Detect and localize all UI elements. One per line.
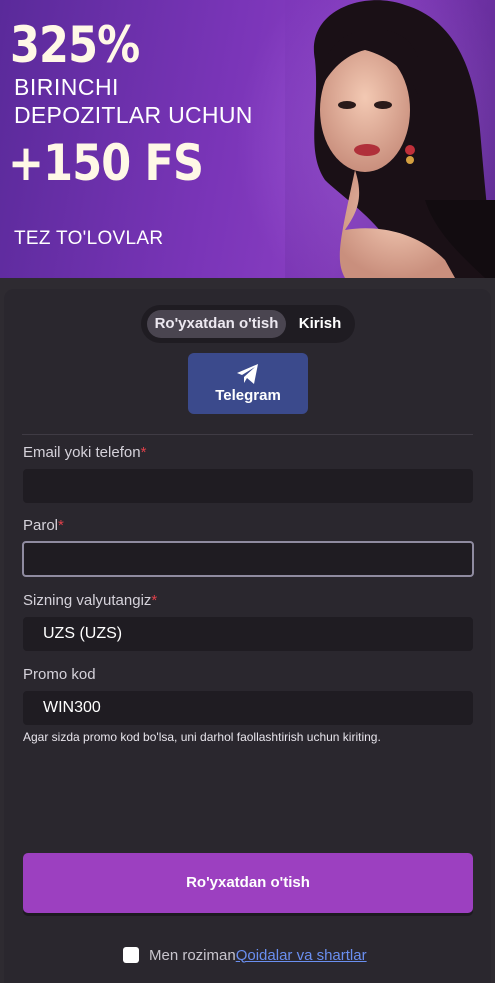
- agree-text: Men roziman: [149, 946, 236, 964]
- promo-code-field[interactable]: WIN300: [23, 691, 473, 725]
- divider: [22, 434, 473, 435]
- password-label-text: Parol: [23, 517, 59, 534]
- tab-register[interactable]: Ro'yxatdan o'tish: [147, 310, 286, 338]
- registration-page: 325% BIRINCHI DEPOZITLAR UCHUN +150 FS T…: [0, 0, 495, 983]
- tab-login[interactable]: Kirish: [290, 310, 350, 338]
- promo-banner: 325% BIRINCHI DEPOZITLAR UCHUN +150 FS T…: [0, 0, 495, 278]
- currency-select[interactable]: UZS (UZS): [23, 617, 473, 651]
- password-field[interactable]: [22, 541, 474, 577]
- currency-label: Sizning valyutangiz*: [23, 592, 157, 609]
- free-spins: +150 FS: [8, 134, 204, 192]
- model-portrait-image: [285, 0, 495, 278]
- terms-checkbox[interactable]: [123, 947, 139, 963]
- telegram-label: Telegram: [215, 387, 281, 404]
- telegram-button[interactable]: Telegram: [188, 353, 308, 414]
- fast-payments: TEZ TO'LOVLAR: [14, 228, 164, 249]
- required-mark: *: [151, 592, 158, 609]
- required-mark: *: [140, 444, 147, 461]
- email-label: Email yoki telefon*: [23, 444, 146, 461]
- register-submit-button[interactable]: Ro'yxatdan o'tish: [23, 853, 473, 913]
- terms-agreement: Men roziman Qoidalar va shartlar: [123, 945, 367, 965]
- promo-hint: Agar sizda promo kod bo'lsa, uni darhol …: [23, 730, 381, 744]
- telegram-plane-icon: [237, 364, 258, 384]
- email-label-text: Email yoki telefon: [23, 444, 141, 461]
- promo-label: Promo kod: [23, 666, 96, 683]
- terms-link[interactable]: Qoidalar va shartlar: [236, 947, 367, 964]
- password-label: Parol*: [23, 517, 64, 534]
- required-mark: *: [58, 517, 64, 534]
- bonus-line-2: DEPOZITLAR UCHUN: [14, 102, 253, 128]
- bonus-percent: 325%: [10, 16, 140, 74]
- email-or-phone-field[interactable]: [23, 469, 473, 503]
- bonus-line-1: BIRINCHI: [14, 74, 119, 100]
- currency-label-text: Sizning valyutangiz: [23, 592, 152, 609]
- auth-tabs: Ro'yxatdan o'tish Kirish: [141, 305, 355, 343]
